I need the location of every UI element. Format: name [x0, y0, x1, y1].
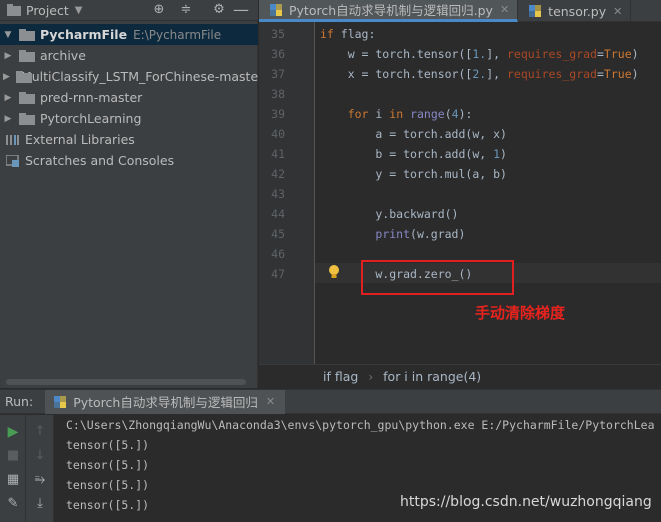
folder-icon	[19, 112, 35, 125]
line-number: 37	[271, 67, 285, 81]
line-number: 35	[271, 27, 285, 41]
tab-pytorch-autograd[interactable]: Pytorch自动求导机制与逻辑回归.py ✕	[259, 0, 519, 22]
stop-icon[interactable]: ■	[3, 447, 23, 465]
tab-tensor[interactable]: tensor.py ✕	[518, 0, 632, 22]
code-line[interactable]: y.backward()	[320, 204, 458, 224]
code-line[interactable]: x = torch.tensor([2.], requires_grad=Tru…	[320, 64, 639, 84]
tree-item-pytorchlearning[interactable]: ▶ PytorchLearning	[0, 108, 258, 129]
scroll-to-end-icon[interactable]: ⤓	[30, 495, 50, 513]
tree-item-pycharmfile[interactable]: ▼ PycharmFile E:\PycharmFile	[0, 24, 258, 45]
tree-item-label: PytorchLearning	[40, 111, 142, 126]
python-run-icon	[54, 395, 67, 408]
close-icon[interactable]: ✕	[266, 395, 275, 408]
console-line: tensor([5.])	[66, 478, 150, 492]
line-number: 45	[271, 227, 285, 241]
run-header: Run: Pytorch自动求导机制与逻辑回归 ✕	[0, 389, 661, 414]
run-toolbar-primary: ▶ ■ ▦ ✎	[0, 415, 26, 522]
scratches-icon	[6, 154, 19, 167]
project-header: Project ▼ ⊕ ≑ ⚙ —	[0, 0, 258, 21]
tree-item-external-libraries[interactable]: External Libraries	[0, 129, 258, 150]
tab-label: tensor.py	[548, 3, 607, 19]
soft-wrap-icon[interactable]: ⥱	[30, 471, 50, 489]
breadcrumb: if flag › for i in range(4)	[259, 364, 661, 388]
line-number: 44	[271, 207, 285, 221]
editor-tab-bar: Pytorch自动求导机制与逻辑回归.py ✕ tensor.py ✕	[259, 0, 661, 22]
code-line[interactable]: for i in range(4):	[320, 104, 473, 124]
collapse-arrow-icon[interactable]: ▶	[3, 93, 13, 103]
pin-icon[interactable]: ✎	[3, 495, 23, 513]
code-line[interactable]: y = torch.mul(a, b)	[320, 164, 507, 184]
annotation-highlight-box	[361, 260, 514, 295]
collapse-arrow-icon[interactable]: ▶	[3, 72, 10, 82]
code-line[interactable]: w = torch.tensor([1.], requires_grad=Tru…	[320, 44, 639, 64]
tree-item-pred-rnn[interactable]: ▶ pred-rnn-master	[0, 87, 258, 108]
tree-item-multiclassify[interactable]: ▶ MultiClassify_LSTM_ForChinese-master	[0, 66, 263, 87]
tree-item-label: MultiClassify_LSTM_ForChinese-master	[20, 69, 264, 84]
python-file-icon	[270, 3, 282, 16]
breadcrumb-item[interactable]: for i in range(4)	[383, 369, 481, 384]
tab-label: Pytorch自动求导机制与逻辑回归.py	[289, 3, 493, 18]
code-line[interactable]: b = torch.add(w, 1)	[320, 144, 507, 164]
tree-item-label: pred-rnn-master	[40, 90, 143, 105]
library-icon	[6, 134, 19, 145]
line-number: 47	[271, 267, 285, 281]
console-line: tensor([5.])	[66, 458, 150, 472]
line-number: 46	[271, 247, 285, 261]
run-play-icon[interactable]: ▶	[3, 423, 23, 441]
tree-item-label: Scratches and Consoles	[25, 153, 175, 168]
project-folder-icon	[7, 4, 21, 16]
lightbulb-icon[interactable]	[327, 264, 341, 280]
chevron-down-icon[interactable]: ▼	[75, 5, 83, 16]
project-tool-window: Project ▼ ⊕ ≑ ⚙ — ▼ PycharmFile E:\Pycha…	[0, 0, 263, 388]
tree-item-scratches[interactable]: Scratches and Consoles	[0, 150, 258, 171]
tree-item-label: External Libraries	[25, 132, 135, 147]
line-number: 40	[271, 127, 285, 141]
project-title[interactable]: Project	[26, 3, 69, 18]
line-number: 43	[271, 187, 285, 201]
horizontal-scrollbar[interactable]	[6, 379, 246, 385]
layout-icon[interactable]: ▦	[3, 471, 23, 489]
line-number: 36	[271, 47, 285, 61]
folder-icon	[19, 49, 35, 62]
line-number: 42	[271, 167, 285, 181]
close-icon[interactable]: ✕	[613, 5, 622, 18]
code-line[interactable]: print(w.grad)	[320, 224, 465, 244]
collapse-arrow-icon[interactable]: ▶	[3, 114, 13, 124]
line-number: 41	[271, 147, 285, 161]
run-tab-label: Pytorch自动求导机制与逻辑回归	[73, 395, 258, 410]
project-tree: ▼ PycharmFile E:\PycharmFile ▶ archive ▶…	[0, 24, 263, 171]
line-number-gutter: 35 36 37 38 39 40 41 42 43 44 45 46 47	[259, 22, 315, 364]
line-number: 38	[271, 87, 285, 101]
tree-item-path: E:\PycharmFile	[133, 27, 222, 42]
locate-icon[interactable]: ⊕	[151, 2, 167, 18]
run-label: Run:	[5, 394, 34, 409]
tree-item-label: archive	[40, 48, 86, 63]
editor: Pytorch自动求导机制与逻辑回归.py ✕ tensor.py ✕ 35 36…	[259, 0, 661, 388]
folder-icon	[19, 91, 35, 104]
arrow-down-icon[interactable]: ↓	[30, 447, 50, 465]
run-tab[interactable]: Pytorch自动求导机制与逻辑回归 ✕	[45, 389, 286, 414]
code-line[interactable]: if flag:	[320, 24, 375, 44]
console-line: C:\Users\ZhongqiangWu\Anaconda3\envs\pyt…	[66, 418, 655, 432]
close-icon[interactable]: ✕	[500, 3, 509, 16]
console-line: tensor([5.])	[66, 438, 150, 452]
gear-icon[interactable]: ⚙	[211, 2, 227, 18]
run-toolbar-secondary: ↑ ↓ ⥱ ⤓	[26, 415, 54, 522]
breadcrumb-separator: ›	[368, 369, 374, 384]
collapse-all-icon[interactable]: ≑	[178, 2, 194, 18]
expand-arrow-icon[interactable]: ▼	[3, 30, 13, 40]
tree-item-archive[interactable]: ▶ archive	[0, 45, 258, 66]
hide-icon[interactable]: —	[233, 2, 249, 18]
tree-item-label: PycharmFile	[40, 27, 128, 42]
breadcrumb-item[interactable]: if flag	[323, 369, 358, 384]
python-file-icon	[529, 5, 542, 17]
arrow-up-icon[interactable]: ↑	[30, 423, 50, 441]
watermark: https://blog.csdn.net/wuzhongqiang	[400, 494, 652, 510]
line-number: 39	[271, 107, 285, 121]
collapse-arrow-icon[interactable]: ▶	[3, 51, 13, 61]
annotation-label: 手动清除梯度	[475, 304, 566, 322]
folder-icon	[19, 28, 35, 41]
code-line[interactable]: a = torch.add(w, x)	[320, 124, 507, 144]
